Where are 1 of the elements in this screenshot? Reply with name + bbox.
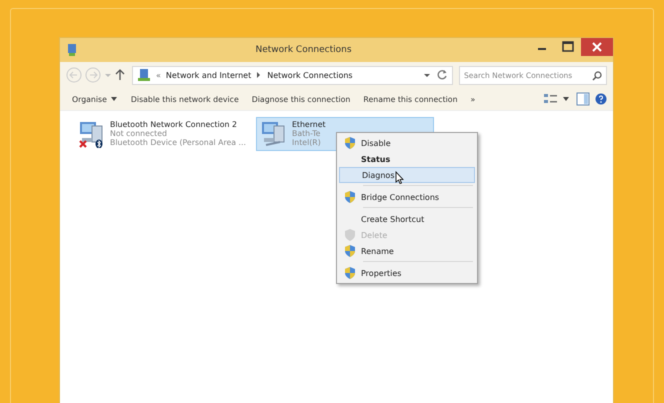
window-title: Network Connections <box>254 45 353 55</box>
